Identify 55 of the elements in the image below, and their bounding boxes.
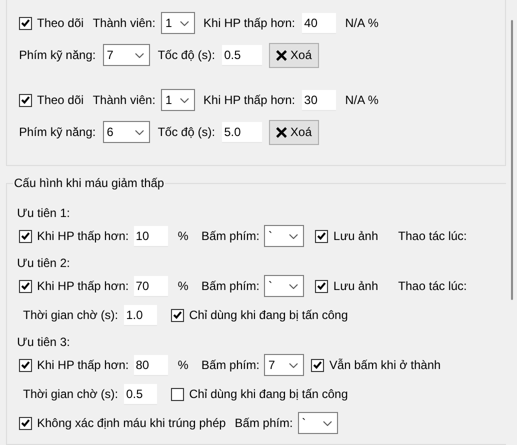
skill-label: Phím kỹ năng: [19, 125, 96, 139]
dropdown[interactable]: 1 [161, 12, 196, 34]
dropdown[interactable]: 6 [102, 121, 150, 143]
checkbox[interactable]: Chỉ dùng khi đang bị tấn công [171, 387, 348, 401]
hp-label: Khi HP thấp hơn: [203, 93, 296, 107]
input-field[interactable]: 30 [302, 90, 336, 110]
input-field[interactable]: 1.0 [124, 304, 158, 326]
checkbox[interactable]: Chỉ dùng khi đang bị tấn công [171, 308, 348, 322]
checkbox[interactable]: Theo dõi [19, 93, 84, 107]
input-field[interactable]: 40 [302, 12, 336, 34]
wait-label: Thời gian chờ (s): [23, 308, 118, 322]
speed-label: Tốc độ (s): [158, 125, 216, 139]
input-field[interactable]: 80 [134, 354, 168, 376]
delete-button[interactable]: Xoá [269, 120, 320, 144]
checkbox[interactable]: Lưu ảnh [315, 229, 378, 243]
action-label: Thao tác lúc: [398, 229, 467, 243]
percent-label: % [178, 229, 188, 243]
dropdown[interactable]: ` [298, 412, 338, 434]
dropdown[interactable]: 7 [264, 354, 304, 376]
priority-heading: Ưu tiên 2: [17, 255, 71, 271]
action-label: Thao tác lúc: [398, 279, 467, 293]
percent-label: % [178, 358, 188, 372]
priority-heading: Ưu tiên 1: [17, 205, 71, 221]
member-label: Thành viên: [92, 93, 156, 107]
input-field[interactable]: 10 [134, 226, 168, 246]
checkbox[interactable]: Theo dõi [19, 16, 84, 30]
delete-button[interactable]: Xoá [269, 42, 320, 68]
key-label: Bấm phím: [234, 416, 293, 430]
dropdown[interactable]: ` [264, 225, 304, 247]
key-label: Bấm phím: [201, 229, 260, 243]
dropdown[interactable]: ` [264, 275, 304, 297]
checkbox[interactable]: Vẫn bấm khi ở thành [311, 358, 441, 372]
unit-label: N/A % [345, 93, 378, 107]
wait-label: Thời gian chờ (s): [23, 387, 118, 401]
percent-label: % [178, 279, 188, 293]
speed-label: Tốc độ (s): [158, 48, 216, 62]
input-field[interactable]: 0.5 [124, 384, 158, 404]
member-label: Thành viên: [92, 16, 156, 30]
hp-label: Khi HP thấp hơn: [203, 16, 296, 30]
dropdown[interactable]: 7 [102, 44, 150, 66]
checkbox[interactable]: Khi HP thấp hơn: [19, 358, 129, 372]
unit-label: N/A % [345, 16, 378, 30]
priority-heading: Ưu tiên 3: [17, 334, 71, 350]
skill-label: Phím kỹ năng: [19, 48, 96, 62]
input-field[interactable]: 0.5 [222, 44, 262, 66]
key-label: Bấm phím: [201, 279, 260, 293]
checkbox[interactable]: Không xác định máu khi trúng phép [19, 416, 226, 430]
key-label: Bấm phím: [201, 358, 260, 372]
checkbox[interactable]: Khi HP thấp hơn: [19, 279, 129, 293]
group-title: Cấu hình khi máu giảm thấp [13, 177, 166, 190]
checkbox[interactable]: Lưu ảnh [315, 279, 378, 293]
dropdown[interactable]: 1 [161, 89, 196, 111]
input-field[interactable]: 70 [134, 276, 168, 296]
input-field[interactable]: 5.0 [222, 122, 262, 142]
checkbox[interactable]: Khi HP thấp hơn: [19, 229, 129, 243]
